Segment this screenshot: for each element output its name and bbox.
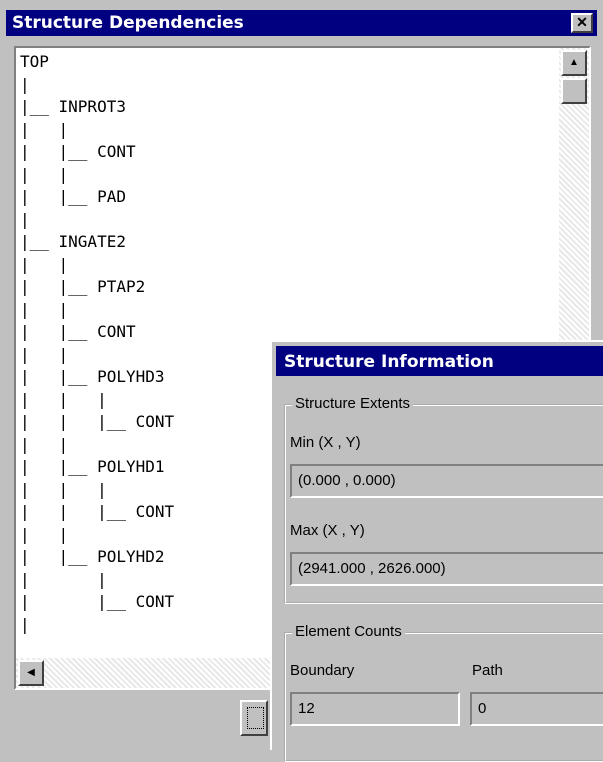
tree-node[interactable]: | | bbox=[20, 436, 68, 453]
element-counts-legend: Element Counts bbox=[292, 623, 405, 640]
scroll-left-button[interactable]: ◀ bbox=[18, 660, 44, 686]
tree-node[interactable]: | | |__ CONT bbox=[20, 504, 174, 520]
window-title: Structure Dependencies bbox=[12, 13, 244, 33]
tree-node[interactable]: | | bbox=[20, 346, 68, 363]
tree-node[interactable]: | |__ POLYHD2 bbox=[20, 549, 165, 565]
tree-node[interactable]: | |__ CONT bbox=[20, 324, 136, 340]
scroll-up-button[interactable]: ▲ bbox=[561, 50, 587, 76]
tree-node[interactable]: | | | bbox=[20, 391, 107, 408]
max-label: Max (X , Y) bbox=[290, 522, 365, 539]
boundary-label: Boundary bbox=[290, 662, 355, 679]
path-value-field: 0 bbox=[470, 692, 603, 726]
title-bar[interactable]: Structure Dependencies ✕ bbox=[6, 10, 597, 36]
tree-node[interactable]: | bbox=[20, 211, 30, 228]
tree-node[interactable]: | | bbox=[20, 571, 107, 588]
tree-node[interactable]: | |__ CONT bbox=[20, 594, 174, 610]
tree-node[interactable]: |__ INPROT3 bbox=[20, 99, 126, 115]
tree-node[interactable]: | | | bbox=[20, 481, 107, 498]
scroll-thumb[interactable] bbox=[561, 78, 587, 104]
tree-node[interactable]: | | bbox=[20, 256, 68, 273]
tree-node[interactable]: | |__ POLYHD3 bbox=[20, 369, 165, 385]
tree-node[interactable]: | bbox=[20, 616, 30, 633]
min-label: Min (X , Y) bbox=[290, 434, 361, 451]
tree-node[interactable]: | |__ CONT bbox=[20, 144, 136, 160]
tree-node[interactable]: | bbox=[20, 76, 30, 93]
tree-node[interactable]: | |__ POLYHD1 bbox=[20, 459, 165, 475]
structure-extents-legend: Structure Extents bbox=[292, 395, 414, 412]
tree-node[interactable]: | |__ PTAP2 bbox=[20, 279, 145, 295]
tree-node[interactable]: | | bbox=[20, 121, 68, 138]
tree-node[interactable]: TOP bbox=[20, 54, 49, 70]
structure-information-window: Structure Information Structure Extents … bbox=[270, 340, 603, 762]
max-value-field: (2941.000 , 2626.000) bbox=[290, 552, 603, 586]
path-label: Path bbox=[472, 662, 503, 679]
info-window-title: Structure Information bbox=[284, 352, 494, 372]
tree-node[interactable]: | | bbox=[20, 526, 68, 543]
tree-node[interactable]: | |__ PAD bbox=[20, 189, 126, 205]
tree-node[interactable]: | | |__ CONT bbox=[20, 414, 174, 430]
min-value-field: (0.000 , 0.000) bbox=[290, 464, 603, 498]
tree-node[interactable]: | | bbox=[20, 301, 68, 318]
close-button[interactable]: ✕ bbox=[571, 13, 593, 33]
info-title-bar[interactable]: Structure Information bbox=[276, 346, 603, 376]
dialog-button[interactable] bbox=[240, 700, 268, 736]
tree-node[interactable]: |__ INGATE2 bbox=[20, 234, 126, 250]
boundary-value-field: 12 bbox=[290, 692, 460, 726]
tree-node[interactable]: | | bbox=[20, 166, 68, 183]
